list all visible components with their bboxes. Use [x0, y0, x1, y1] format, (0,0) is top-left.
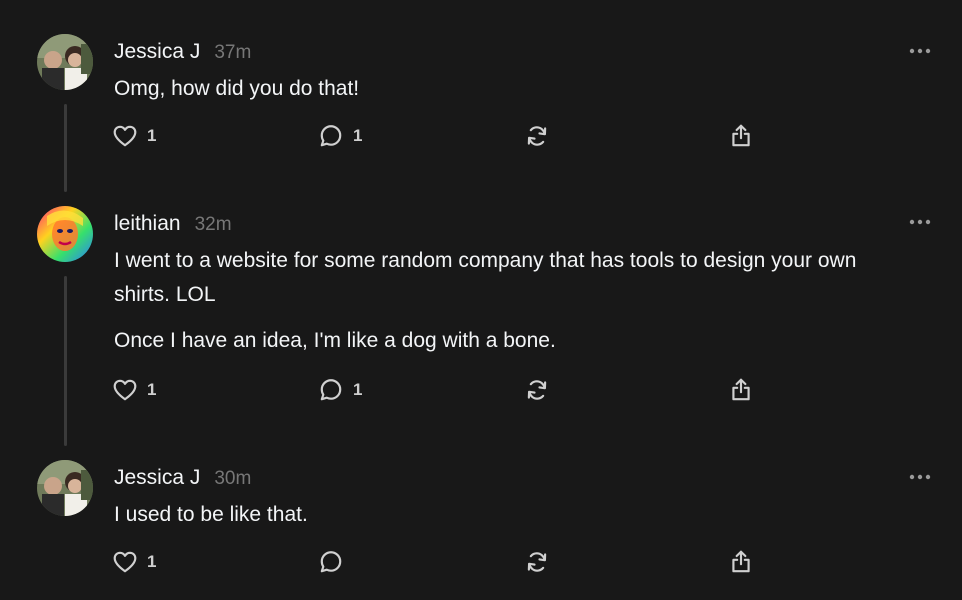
more-dots-icon [909, 219, 931, 225]
thread-connector [64, 104, 67, 192]
more-dots-icon [909, 474, 931, 480]
reply-button[interactable]: 1 [318, 375, 362, 405]
repost-button[interactable] [524, 121, 550, 151]
timestamp[interactable]: 37m [214, 42, 251, 64]
share-button[interactable] [728, 121, 754, 151]
comment-icon [320, 125, 342, 147]
post-paragraph: Omg, how did you do that! [114, 77, 360, 100]
repost-button[interactable] [524, 547, 550, 577]
avatar-photo-icon [37, 460, 93, 516]
more-options-button[interactable] [906, 44, 936, 58]
avatar-photo-icon [37, 34, 93, 90]
repost-icon [527, 126, 547, 146]
like-button[interactable]: 1 [112, 121, 156, 151]
share-icon [732, 550, 750, 573]
reply-count: 1 [353, 126, 363, 145]
comment-icon [320, 551, 342, 573]
action-bar: 1 [112, 547, 772, 577]
avatar-art-icon [37, 206, 93, 262]
post-header: Jessica J 30m [114, 466, 251, 490]
post-header: Jessica J 37m [114, 40, 251, 64]
repost-icon [527, 380, 547, 400]
reply-button[interactable] [318, 547, 353, 577]
post-header: leithian 32m [114, 212, 232, 236]
share-icon [732, 124, 750, 147]
timestamp[interactable]: 30m [214, 468, 251, 490]
heart-icon [113, 379, 137, 401]
action-bar: 1 1 [112, 121, 772, 151]
like-button[interactable]: 1 [112, 547, 156, 577]
post-body: I used to be like that. [114, 498, 914, 532]
action-bar: 1 1 [112, 375, 772, 405]
like-button[interactable]: 1 [112, 375, 156, 405]
comment-icon [320, 379, 342, 401]
post-paragraph: I used to be like that. [114, 503, 308, 526]
repost-button[interactable] [524, 375, 550, 405]
avatar[interactable] [37, 460, 93, 516]
more-dots-icon [909, 48, 931, 54]
repost-icon [527, 552, 547, 572]
thread-connector [64, 276, 67, 446]
share-button[interactable] [728, 375, 754, 405]
like-count: 1 [147, 126, 157, 145]
post-body: I went to a website for some random comp… [114, 244, 914, 358]
heart-icon [113, 551, 137, 573]
reply-thread: Jessica J 37m Omg, how did you do that! … [0, 0, 962, 600]
like-count: 1 [147, 552, 157, 571]
more-options-button[interactable] [906, 215, 936, 229]
username[interactable]: leithian [114, 212, 181, 236]
reply-button[interactable]: 1 [318, 121, 362, 151]
avatar[interactable] [37, 34, 93, 90]
post-paragraph: I went to a website for some random comp… [114, 249, 857, 306]
share-button[interactable] [728, 547, 754, 577]
like-count: 1 [147, 380, 157, 399]
post-paragraph: Once I have an idea, I'm like a dog with… [114, 329, 556, 352]
share-icon [732, 378, 750, 401]
more-options-button[interactable] [906, 470, 936, 484]
avatar[interactable] [37, 206, 93, 262]
username[interactable]: Jessica J [114, 40, 200, 64]
reply-count: 1 [353, 380, 363, 399]
timestamp[interactable]: 32m [195, 214, 232, 236]
heart-icon [113, 125, 137, 147]
username[interactable]: Jessica J [114, 466, 200, 490]
post-body: Omg, how did you do that! [114, 72, 914, 106]
